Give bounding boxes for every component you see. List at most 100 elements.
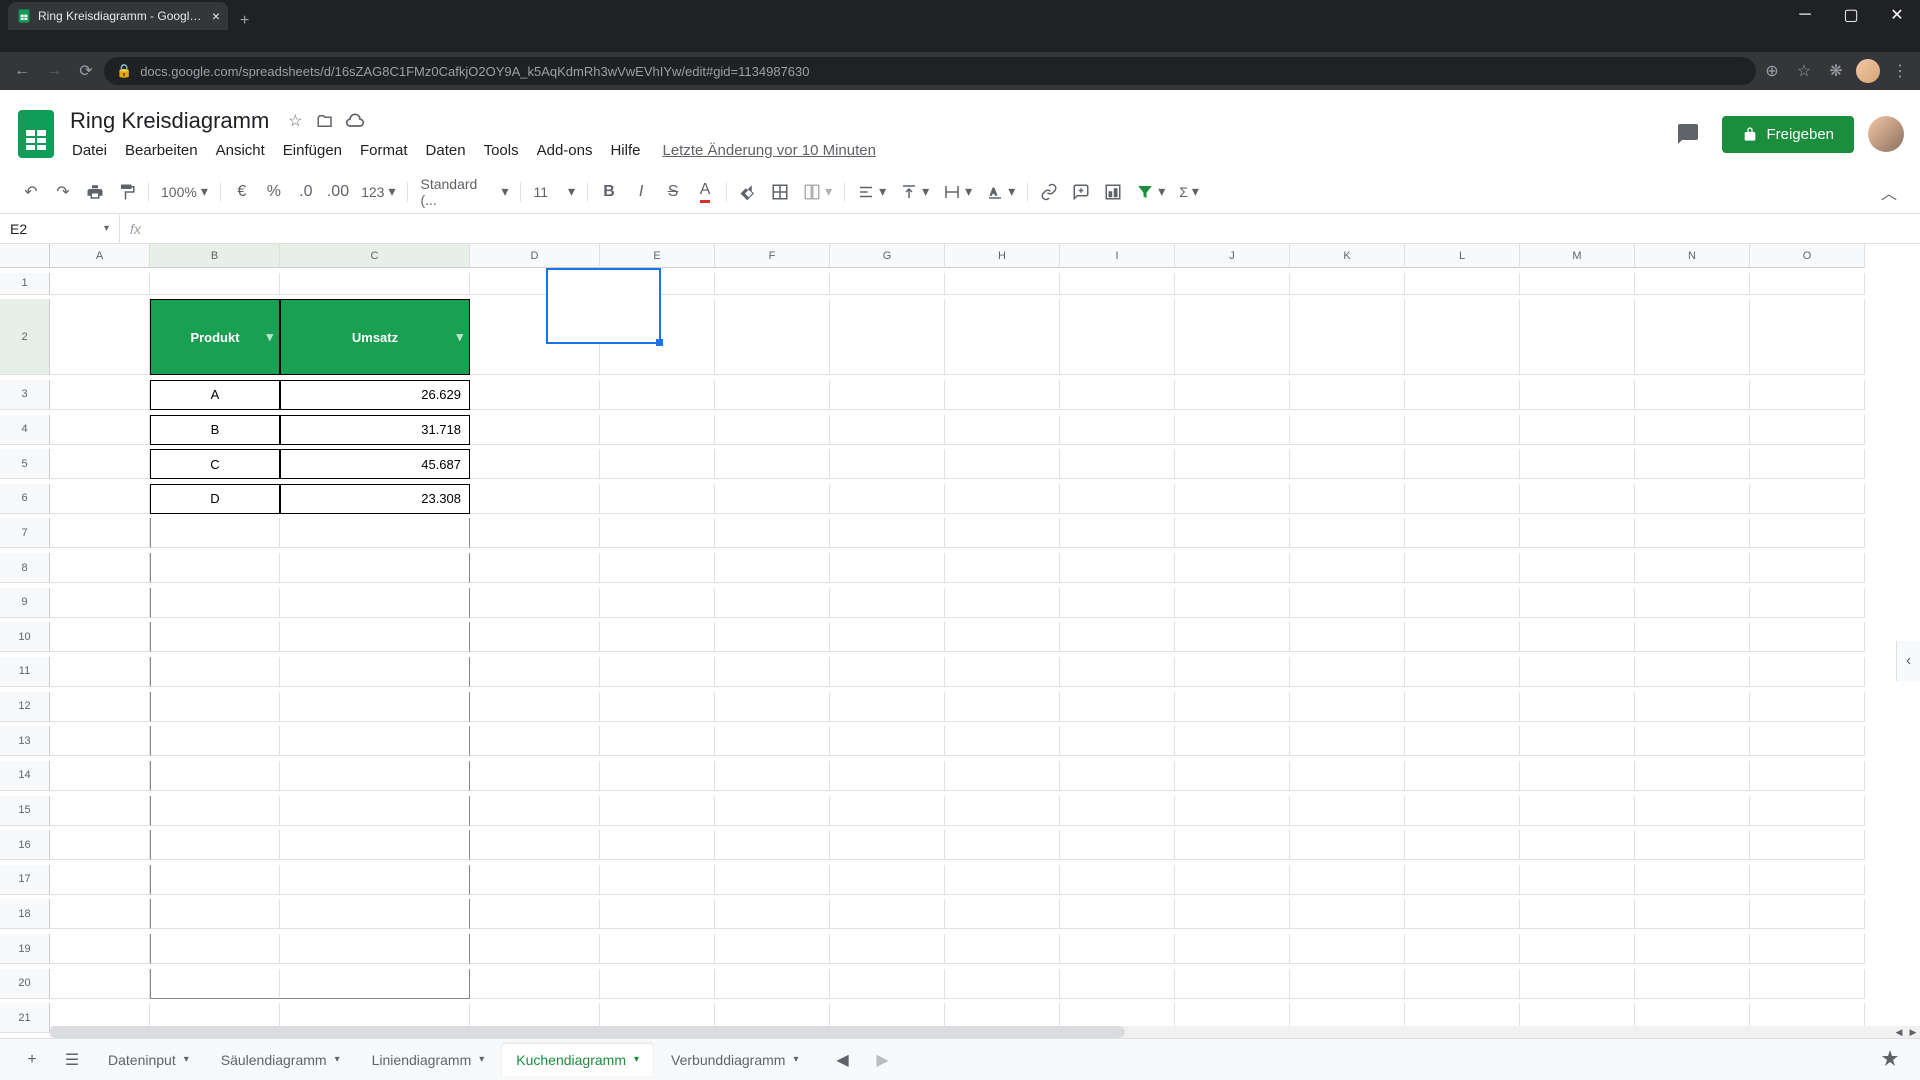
- cell-I9[interactable]: [1060, 588, 1175, 618]
- row-header-13[interactable]: 13: [0, 726, 50, 756]
- cell-D4[interactable]: [470, 415, 600, 445]
- formula-input[interactable]: [151, 214, 1920, 243]
- cell-I3[interactable]: [1060, 380, 1175, 410]
- cell-N3[interactable]: [1635, 380, 1750, 410]
- cell-J20[interactable]: [1175, 969, 1290, 999]
- cell-N8[interactable]: [1635, 553, 1750, 583]
- cell-E8[interactable]: [600, 553, 715, 583]
- close-tab-icon[interactable]: ×: [212, 8, 220, 24]
- profile-avatar[interactable]: [1868, 116, 1904, 152]
- row-header-19[interactable]: 19: [0, 934, 50, 964]
- cell-E16[interactable]: [600, 830, 715, 860]
- row-header-21[interactable]: 21: [0, 1003, 50, 1033]
- cell-M4[interactable]: [1520, 415, 1635, 445]
- cell-G19[interactable]: [830, 934, 945, 964]
- cell-K4[interactable]: [1290, 415, 1405, 445]
- cell-A11[interactable]: [50, 657, 150, 687]
- cell-D9[interactable]: [470, 588, 600, 618]
- row-header-1[interactable]: 1: [0, 273, 50, 295]
- cell-L11[interactable]: [1405, 657, 1520, 687]
- cell-H16[interactable]: [945, 830, 1060, 860]
- reload-button[interactable]: ⟳: [72, 57, 100, 85]
- cell-I14[interactable]: [1060, 761, 1175, 791]
- cell-L17[interactable]: [1405, 865, 1520, 895]
- cell-H13[interactable]: [945, 726, 1060, 756]
- cell-B17[interactable]: [150, 865, 280, 895]
- cell-G15[interactable]: [830, 796, 945, 826]
- cell-H9[interactable]: [945, 588, 1060, 618]
- horizontal-scrollbar[interactable]: [50, 1026, 1904, 1038]
- cell-H18[interactable]: [945, 899, 1060, 929]
- cell-L14[interactable]: [1405, 761, 1520, 791]
- row-header-5[interactable]: 5: [0, 449, 50, 479]
- cell-B18[interactable]: [150, 899, 280, 929]
- cell-K8[interactable]: [1290, 553, 1405, 583]
- cell-N15[interactable]: [1635, 796, 1750, 826]
- cell-E5[interactable]: [600, 449, 715, 479]
- cell-A7[interactable]: [50, 518, 150, 548]
- cell-C12[interactable]: [280, 692, 470, 722]
- horizontal-align-button[interactable]: ▾: [851, 183, 892, 201]
- tab-nav-right-button[interactable]: ▶: [864, 1042, 900, 1078]
- row-header-20[interactable]: 20: [0, 969, 50, 999]
- cell-G4[interactable]: [830, 415, 945, 445]
- cell-O13[interactable]: [1750, 726, 1865, 756]
- borders-button[interactable]: [765, 177, 795, 207]
- row-header-4[interactable]: 4: [0, 415, 50, 445]
- cell-G11[interactable]: [830, 657, 945, 687]
- cell-F7[interactable]: [715, 518, 830, 548]
- cell-E3[interactable]: [600, 380, 715, 410]
- cell-L7[interactable]: [1405, 518, 1520, 548]
- cell-L10[interactable]: [1405, 622, 1520, 652]
- cell-O8[interactable]: [1750, 553, 1865, 583]
- row-header-16[interactable]: 16: [0, 830, 50, 860]
- cell-M1[interactable]: [1520, 273, 1635, 295]
- cell-D17[interactable]: [470, 865, 600, 895]
- menu-format[interactable]: Format: [352, 138, 416, 163]
- menu-addons[interactable]: Add-ons: [529, 138, 601, 163]
- cell-O11[interactable]: [1750, 657, 1865, 687]
- cell-L4[interactable]: [1405, 415, 1520, 445]
- sheets-logo[interactable]: [16, 108, 56, 160]
- insert-link-button[interactable]: [1034, 177, 1064, 207]
- cell-N1[interactable]: [1635, 273, 1750, 295]
- cell-F15[interactable]: [715, 796, 830, 826]
- column-header-K[interactable]: K: [1290, 244, 1405, 268]
- tab-nav-left-button[interactable]: ◀: [824, 1042, 860, 1078]
- cell-G7[interactable]: [830, 518, 945, 548]
- cell-D5[interactable]: [470, 449, 600, 479]
- scroll-left-button[interactable]: ◀: [1892, 1026, 1906, 1038]
- cell-C19[interactable]: [280, 934, 470, 964]
- cell-F9[interactable]: [715, 588, 830, 618]
- cell-A6[interactable]: [50, 484, 150, 514]
- cell-I2[interactable]: [1060, 299, 1175, 375]
- cell-D16[interactable]: [470, 830, 600, 860]
- browser-menu-icon[interactable]: ⋮: [1888, 59, 1912, 83]
- cell-N10[interactable]: [1635, 622, 1750, 652]
- cell-H4[interactable]: [945, 415, 1060, 445]
- cell-J6[interactable]: [1175, 484, 1290, 514]
- cell-H5[interactable]: [945, 449, 1060, 479]
- cell-K15[interactable]: [1290, 796, 1405, 826]
- cell-D14[interactable]: [470, 761, 600, 791]
- row-header-10[interactable]: 10: [0, 622, 50, 652]
- row-header-14[interactable]: 14: [0, 761, 50, 791]
- cell-A5[interactable]: [50, 449, 150, 479]
- cell-A8[interactable]: [50, 553, 150, 583]
- column-header-M[interactable]: M: [1520, 244, 1635, 268]
- cell-M14[interactable]: [1520, 761, 1635, 791]
- cell-K2[interactable]: [1290, 299, 1405, 375]
- cell-M18[interactable]: [1520, 899, 1635, 929]
- cell-H1[interactable]: [945, 273, 1060, 295]
- cell-O10[interactable]: [1750, 622, 1865, 652]
- column-header-N[interactable]: N: [1635, 244, 1750, 268]
- row-header-8[interactable]: 8: [0, 553, 50, 583]
- cell-L2[interactable]: [1405, 299, 1520, 375]
- functions-button[interactable]: Σ▾: [1173, 183, 1205, 200]
- bold-button[interactable]: B: [594, 177, 624, 207]
- cell-H11[interactable]: [945, 657, 1060, 687]
- cell-I5[interactable]: [1060, 449, 1175, 479]
- cell-O15[interactable]: [1750, 796, 1865, 826]
- cell-I8[interactable]: [1060, 553, 1175, 583]
- cell-C14[interactable]: [280, 761, 470, 791]
